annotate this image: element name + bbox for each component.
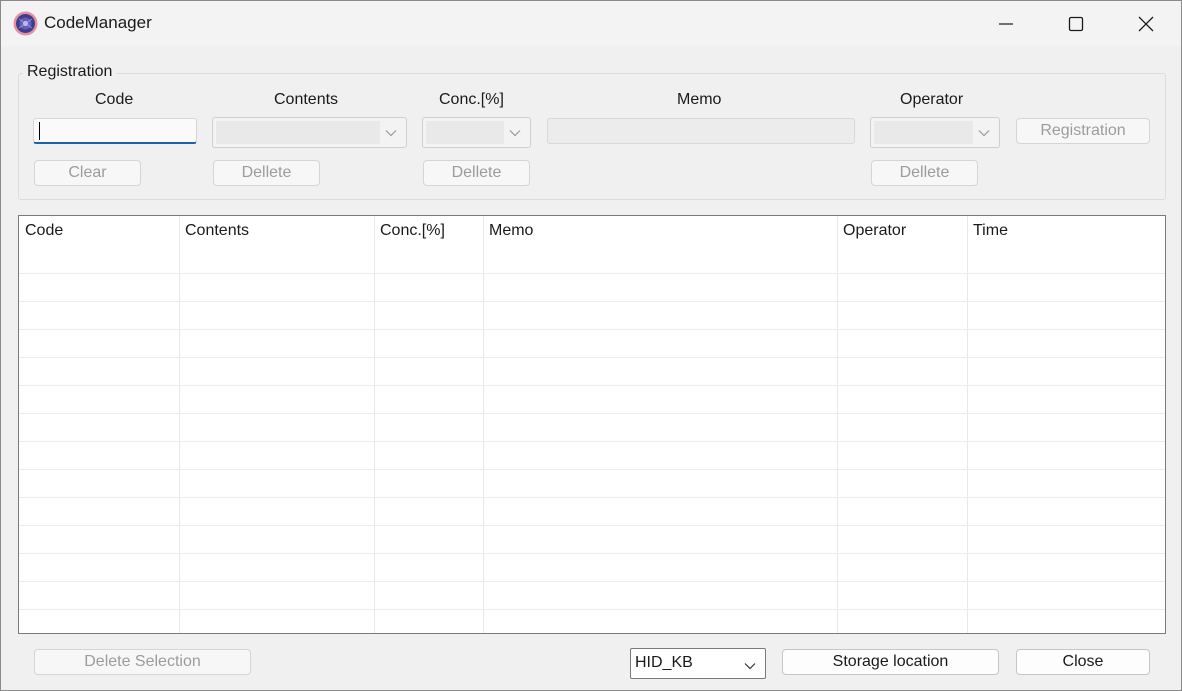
column-header-memo[interactable]: Memo [489, 222, 533, 240]
column-header-conc[interactable]: Conc.[%] [380, 222, 445, 240]
records-table[interactable]: Code Contents Conc.[%] Memo Operator Tim… [18, 215, 1166, 634]
delete-operator-button[interactable]: Dellete [871, 160, 978, 186]
contents-label: Contents [274, 91, 339, 108]
column-header-time[interactable]: Time [973, 222, 1008, 240]
delete-selection-button[interactable]: Delete Selection [34, 649, 251, 675]
table-row[interactable] [19, 469, 1165, 470]
maximize-button[interactable] [1041, 1, 1111, 46]
table-row[interactable] [19, 441, 1165, 442]
table-row[interactable] [19, 357, 1165, 358]
delete-conc-button[interactable]: Dellete [423, 160, 530, 186]
column-header-contents[interactable]: Contents [185, 222, 249, 240]
delete-contents-button[interactable]: Dellete [213, 160, 320, 186]
contents-dropdown[interactable] [212, 117, 407, 148]
close-button[interactable]: Close [1016, 649, 1150, 675]
code-label: Code [95, 91, 134, 108]
chevron-down-icon [744, 663, 756, 670]
input-mode-value: HID_KB [635, 654, 693, 671]
conc-dropdown[interactable] [422, 117, 531, 148]
memo-input[interactable] [547, 118, 855, 144]
table-row[interactable] [19, 385, 1165, 386]
operator-dropdown[interactable] [870, 117, 1000, 148]
close-window-button[interactable] [1111, 1, 1181, 46]
table-row[interactable] [19, 329, 1165, 330]
memo-label: Memo [677, 91, 722, 108]
window-title: CodeManager [44, 13, 152, 32]
table-row[interactable] [19, 525, 1165, 526]
clear-button[interactable]: Clear [34, 160, 141, 186]
table-row[interactable] [19, 581, 1165, 582]
chevron-down-icon [978, 130, 990, 137]
table-row[interactable] [19, 273, 1165, 274]
table-row[interactable] [19, 413, 1165, 414]
code-input[interactable] [33, 118, 197, 144]
table-row[interactable] [19, 497, 1165, 498]
close-icon [1138, 16, 1154, 31]
codemanager-window: CodeManager Registration Code Contents C… [0, 0, 1182, 691]
column-header-operator[interactable]: Operator [843, 222, 906, 240]
chevron-down-icon [509, 130, 521, 137]
table-row[interactable] [19, 609, 1165, 610]
minimize-button[interactable] [971, 1, 1041, 46]
maximize-icon [1068, 16, 1084, 31]
registration-button[interactable]: Registration [1016, 118, 1150, 144]
input-mode-select[interactable]: HID_KB [630, 648, 766, 679]
title-bar[interactable]: CodeManager [1, 1, 1181, 46]
operator-label: Operator [900, 91, 964, 108]
chevron-down-icon [385, 130, 397, 137]
storage-location-button[interactable]: Storage location [782, 649, 999, 675]
app-icon [13, 11, 38, 36]
conc-label: Conc.[%] [439, 91, 504, 108]
text-caret [39, 122, 40, 140]
table-row[interactable] [19, 301, 1165, 302]
column-header-code[interactable]: Code [25, 222, 63, 240]
minimize-icon [999, 22, 1013, 25]
registration-group-label: Registration [23, 63, 117, 81]
table-row[interactable] [19, 553, 1165, 554]
